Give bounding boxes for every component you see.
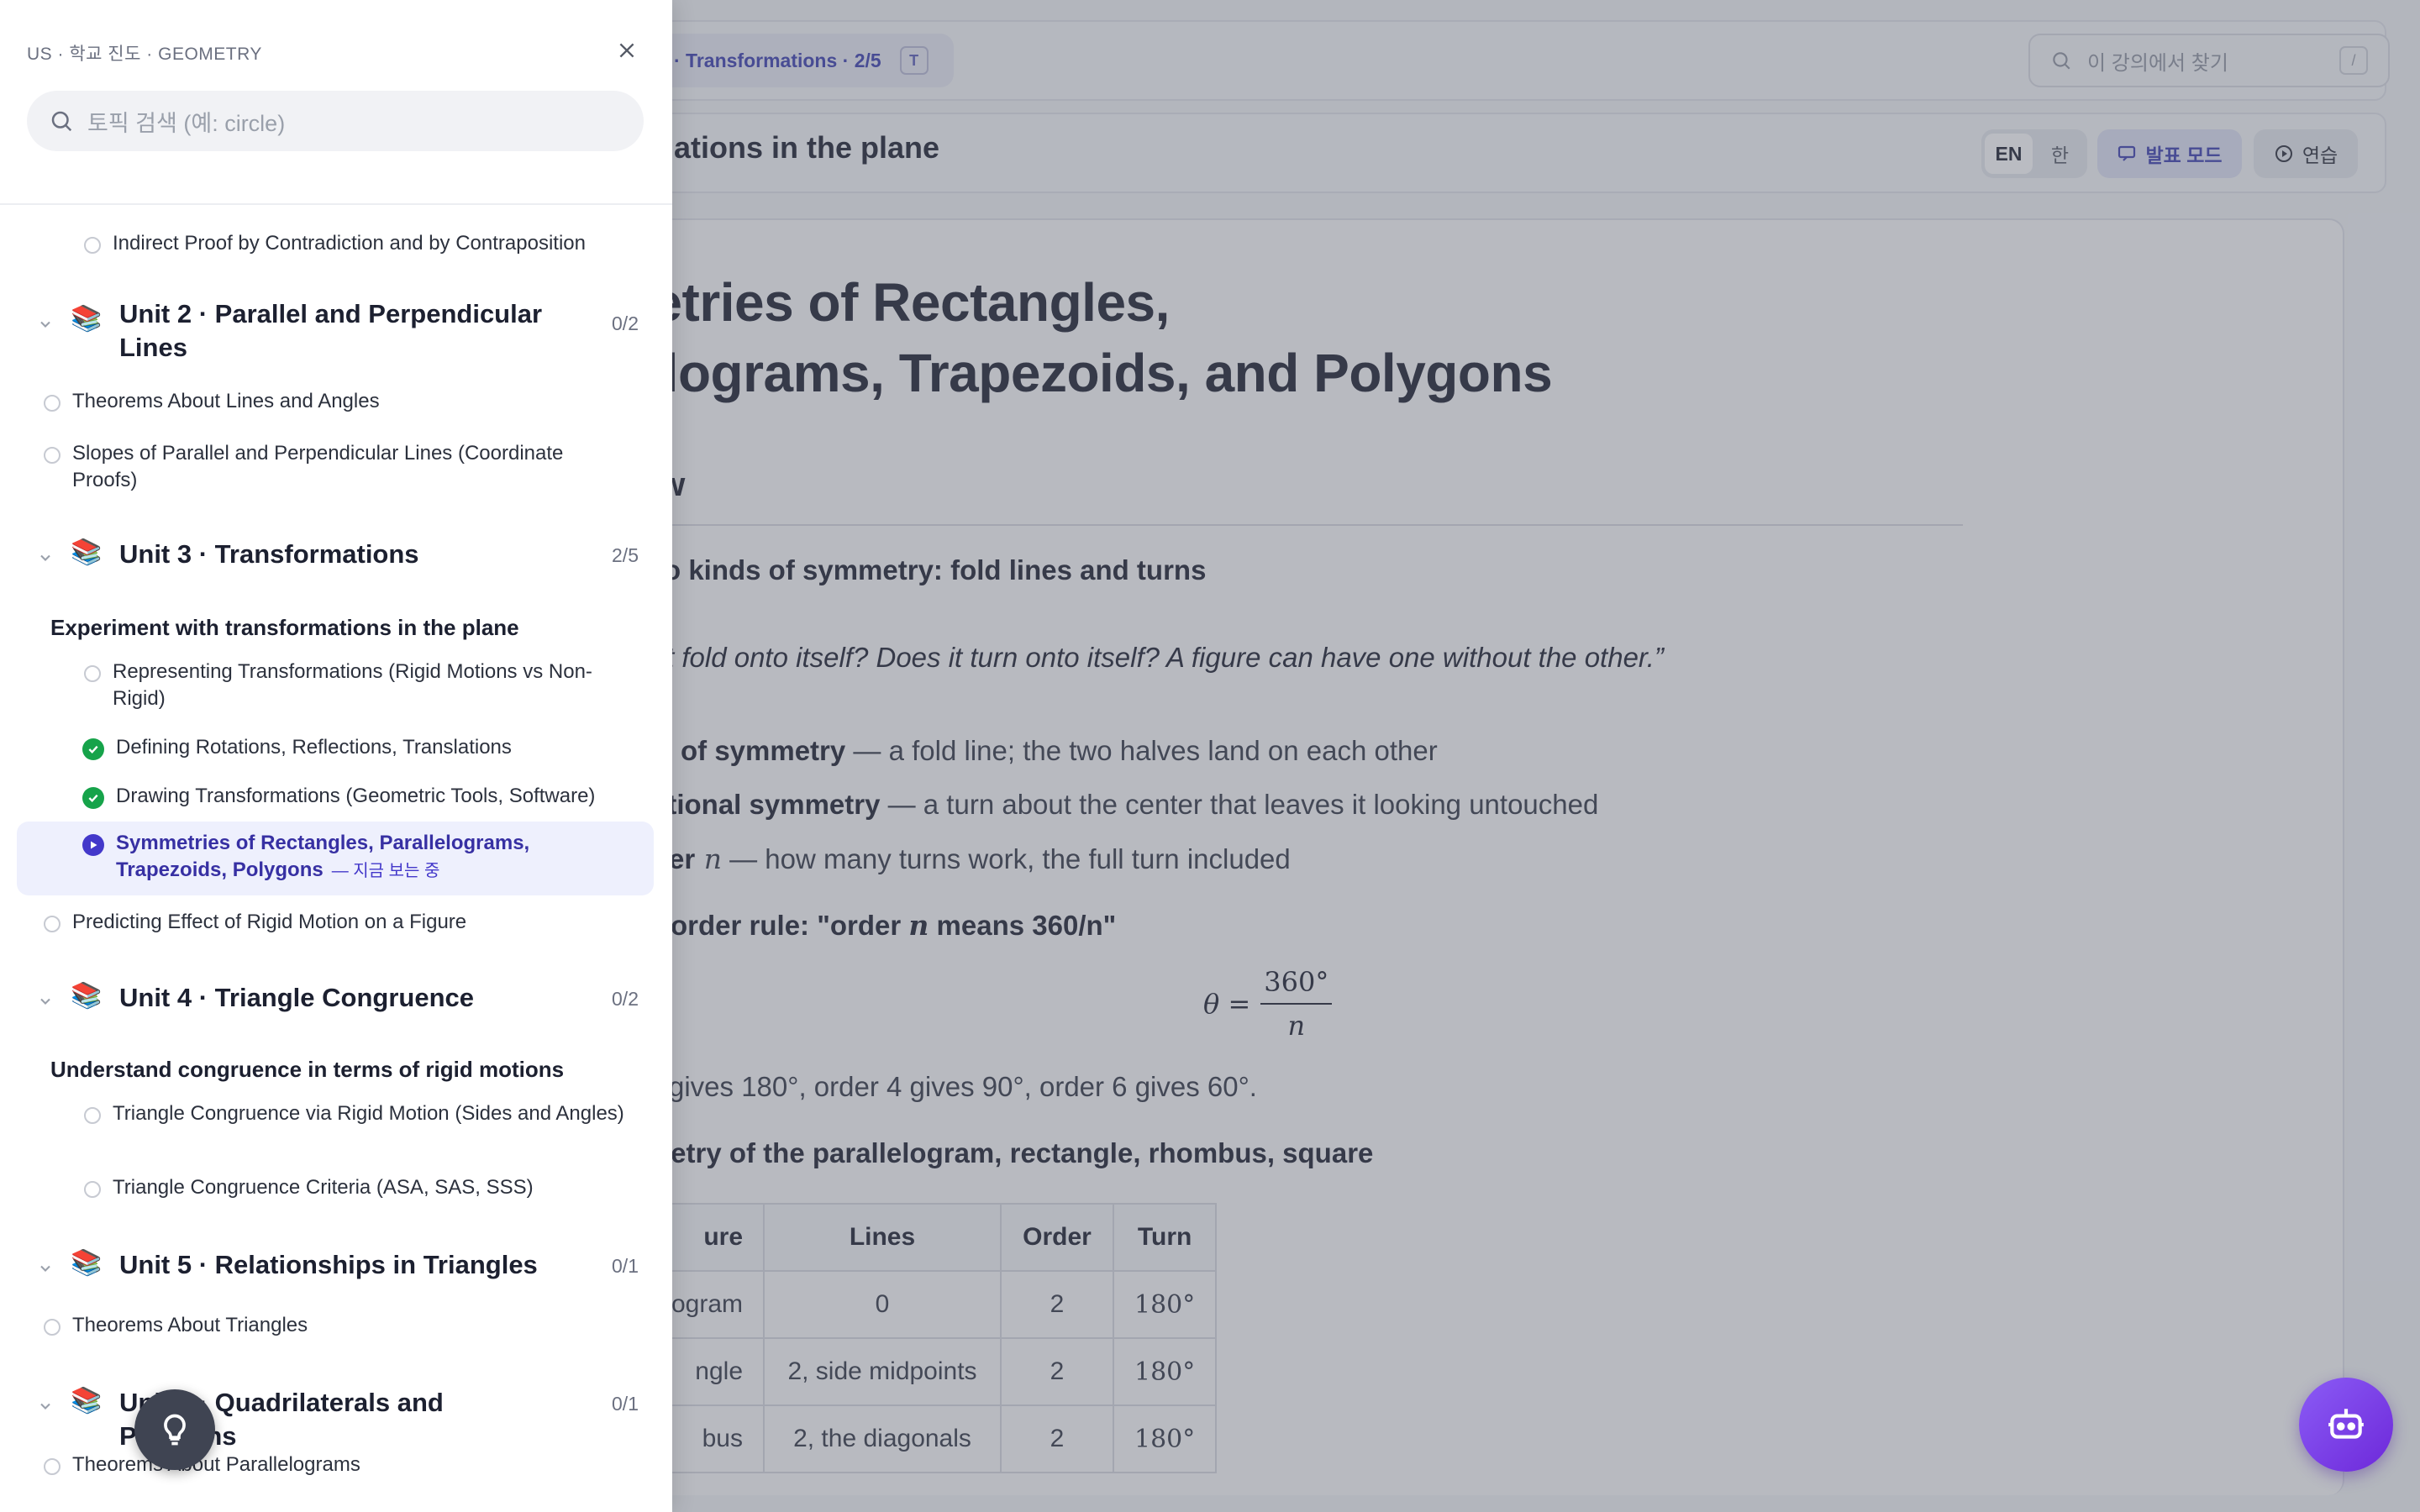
list-item[interactable]: Triangle Congruence via Rigid Motion (Si… <box>84 1100 639 1127</box>
books-icon: 📚 <box>71 1387 103 1415</box>
current-topic-label: Symmetries of Rectangles, Parallelograms… <box>116 830 637 885</box>
unit-2-header[interactable]: 📚 Unit 2 · Parallel and Perpendicular Li… <box>0 294 672 370</box>
list-item-label: Triangle Congruence Criteria (ASA, SAS, … <box>113 1176 534 1199</box>
list-item-label: Theorems About Triangles <box>72 1314 308 1336</box>
unit-6-progress: 0/1 <box>612 1393 639 1415</box>
list-item[interactable]: Slopes of Parallel and Perpendicular Lin… <box>44 440 632 494</box>
books-icon: 📚 <box>71 982 103 1010</box>
incomplete-indicator <box>44 1458 60 1475</box>
now-viewing-tag: — 지금 보는 중 <box>331 862 440 880</box>
incomplete-indicator <box>44 916 60 932</box>
incomplete-indicator <box>84 237 101 254</box>
unit-5-header[interactable]: 📚 Unit 5 · Relationships in Triangles 0/… <box>0 1248 672 1290</box>
chevron-down-icon <box>35 314 55 334</box>
list-item-label: Indirect Proof by Contradiction and by C… <box>113 232 586 255</box>
completed-check-icon <box>82 787 104 809</box>
search-icon <box>51 111 72 132</box>
chevron-down-icon <box>35 548 55 568</box>
incomplete-indicator <box>84 1181 101 1198</box>
drawer-backdrop[interactable] <box>672 0 2420 1512</box>
unit-5-progress: 0/1 <box>612 1255 639 1277</box>
drawer-close-button[interactable] <box>612 35 642 66</box>
chevron-down-icon <box>35 991 55 1011</box>
unit-4-subsection: Understand congruence in terms of rigid … <box>50 1057 565 1082</box>
incomplete-indicator <box>84 1107 101 1124</box>
list-item[interactable]: Predicting Effect of Rigid Motion on a F… <box>44 909 649 936</box>
completed-check-icon <box>82 738 104 760</box>
robot-icon <box>2328 1409 2364 1439</box>
books-icon: 📚 <box>71 1249 103 1277</box>
chevron-down-icon <box>35 1396 55 1416</box>
topic-tree: Indirect Proof by Contradiction and by C… <box>0 205 672 1512</box>
current-topic-item[interactable]: Symmetries of Rectangles, Parallelograms… <box>82 830 637 885</box>
incomplete-indicator <box>44 395 60 412</box>
unit-4-progress: 0/2 <box>612 988 639 1010</box>
hint-button[interactable] <box>134 1389 215 1470</box>
unit-2-progress: 0/2 <box>612 312 639 334</box>
list-item[interactable]: Theorems About Triangles <box>44 1312 649 1339</box>
list-item-label: Representing Transformations (Rigid Moti… <box>113 660 592 710</box>
list-item-label: Defining Rotations, Reflections, Transla… <box>116 736 512 759</box>
ai-assistant-button[interactable] <box>2299 1378 2393 1472</box>
topic-search-input[interactable]: 토픽 검색 (예: circle) <box>27 91 644 151</box>
unit-5-title: Unit 5 · Relationships in Triangles <box>119 1250 538 1279</box>
drawer-header: US · 학교 진도 · GEOMETRY 토픽 검색 (예: circle) <box>0 0 672 205</box>
unit-6-header[interactable]: 📚 Unit 6 · Quadrilaterals and Polygons 0… <box>0 1386 672 1451</box>
incomplete-indicator <box>44 447 60 464</box>
list-item[interactable]: Theorems About Lines and Angles <box>44 388 649 415</box>
list-item[interactable]: Theorems About Parallelograms <box>44 1452 649 1478</box>
chevron-down-icon <box>35 1258 55 1278</box>
list-item[interactable]: Triangle Congruence Criteria (ASA, SAS, … <box>84 1174 639 1201</box>
list-item-label: Triangle Congruence via Rigid Motion (Si… <box>113 1102 624 1125</box>
unit-2-title: Unit 2 · Parallel and Perpendicular Line… <box>119 299 543 362</box>
topic-drawer: US · 학교 진도 · GEOMETRY 토픽 검색 (예: circle) … <box>0 0 672 1512</box>
books-icon: 📚 <box>71 538 103 566</box>
list-item[interactable]: Drawing Transformations (Geometric Tools… <box>82 783 654 810</box>
list-item[interactable]: Representing Transformations (Rigid Moti… <box>84 659 639 712</box>
drawer-breadcrumb: US · 학교 진도 · GEOMETRY <box>27 45 262 64</box>
close-icon <box>619 43 634 58</box>
now-playing-icon <box>82 834 104 856</box>
unit-3-title: Unit 3 · Transformations <box>119 539 419 569</box>
list-item-label: Theorems About Parallelograms <box>72 1453 360 1476</box>
topic-search-placeholder: 토픽 검색 (예: circle) <box>87 110 286 136</box>
list-item-label: Predicting Effect of Rigid Motion on a F… <box>72 911 467 933</box>
unit-4-title: Unit 4 · Triangle Congruence <box>119 983 474 1012</box>
lightbulb-icon <box>164 1414 186 1446</box>
unit-3-header[interactable]: 📚 Unit 3 · Transformations 2/5 <box>0 538 672 580</box>
books-icon: 📚 <box>71 305 103 333</box>
incomplete-indicator <box>44 1319 60 1336</box>
current-topic-title: Symmetries of Rectangles, Parallelograms… <box>116 832 530 881</box>
unit-3-subsection: Experiment with transformations in the p… <box>50 615 519 640</box>
list-item[interactable]: Indirect Proof by Contradiction and by C… <box>84 230 655 257</box>
list-item-label: Slopes of Parallel and Perpendicular Lin… <box>72 442 564 491</box>
list-item-label: Theorems About Lines and Angles <box>72 390 380 412</box>
list-item-label: Drawing Transformations (Geometric Tools… <box>116 785 596 807</box>
unit-3-progress: 2/5 <box>612 544 639 566</box>
unit-4-header[interactable]: 📚 Unit 4 · Triangle Congruence 0/2 <box>0 981 672 1023</box>
incomplete-indicator <box>84 665 101 682</box>
list-item[interactable]: Defining Rotations, Reflections, Transla… <box>82 734 654 761</box>
